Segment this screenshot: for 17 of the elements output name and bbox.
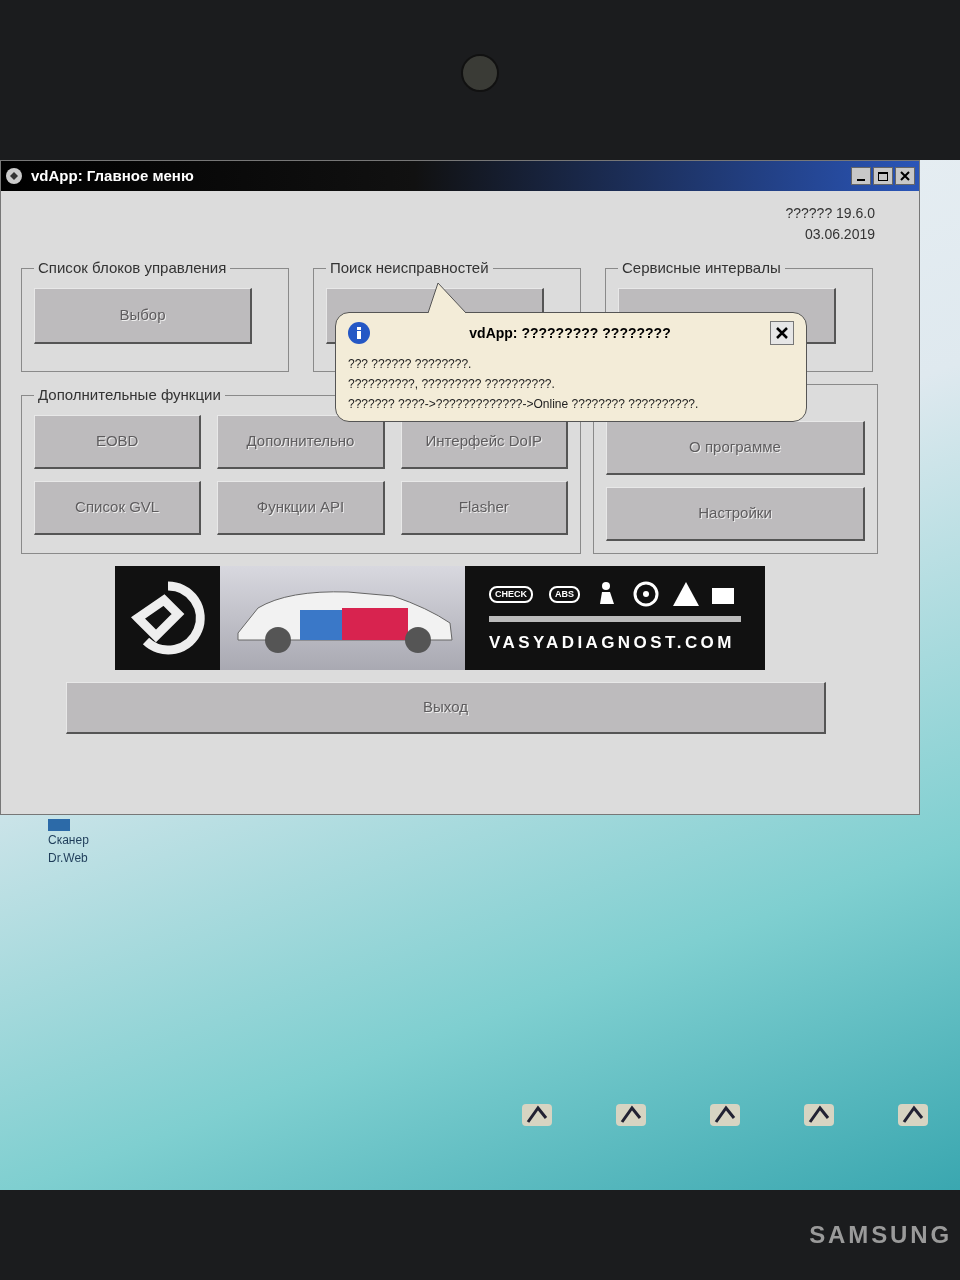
laptop-brand-text: SAMSUNG <box>809 1220 952 1250</box>
warning-lamp-badge: CHECK <box>489 585 533 603</box>
balloon-title: vdApp: ????????? ???????? <box>468 323 672 343</box>
group-title: Сервисные интервалы <box>621 258 782 278</box>
banner-website-text: VASYADIAGNOST.COM <box>489 632 736 655</box>
group-title: Список блоков управления <box>37 258 228 278</box>
version-text: ?????? 19.6.0 <box>785 204 875 223</box>
balloon-message-line: ??? ?????? ????????. <box>348 356 473 373</box>
balloon-message-line: ??????????, ????????? ??????????. <box>348 376 556 393</box>
desktop-shortcut-label: Сканер <box>48 832 89 849</box>
group-title: Дополнительные функции <box>37 385 222 405</box>
balloon-message-line: ??????? ????->?????????????->Online ???????? ??????????. <box>348 396 700 413</box>
date-text: 03.06.2019 <box>804 225 875 244</box>
window-title: vdApp: Главное меню <box>31 165 194 186</box>
warning-lamp-badge: ABS <box>549 585 581 603</box>
group-title: Поиск неисправностей <box>329 258 490 278</box>
desktop-shortcut-label: Dr.Web <box>48 850 88 867</box>
